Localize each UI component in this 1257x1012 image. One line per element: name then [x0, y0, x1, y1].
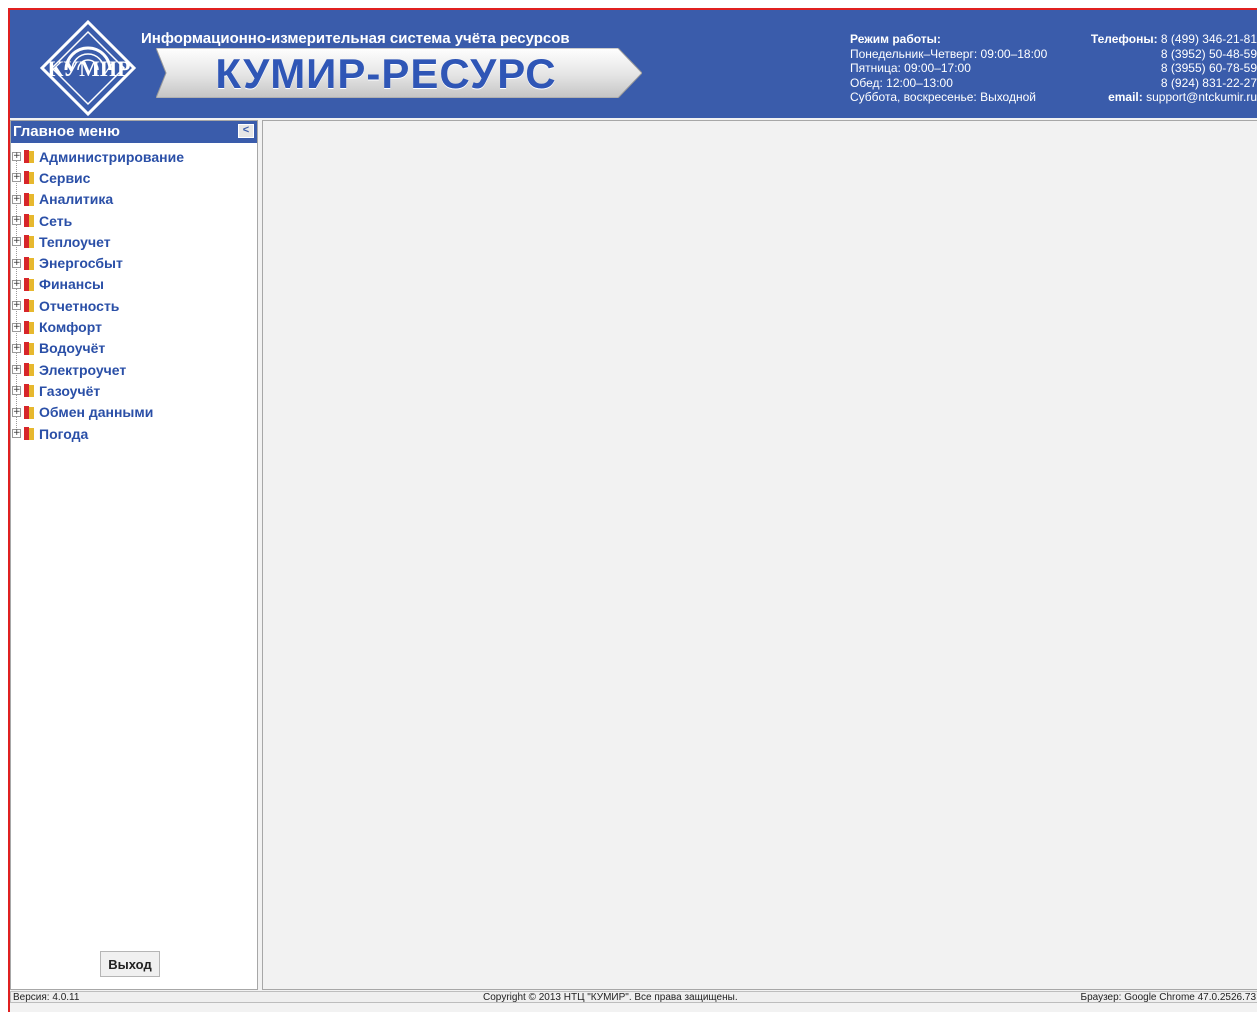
work-schedule: Режим работы: Понедельник–Четверг: 09:00…: [850, 32, 1047, 105]
copyright-text: Copyright © 2013 НТЦ "КУМИР". Все права …: [483, 992, 738, 1003]
folder-icon: [24, 150, 35, 164]
plus-icon[interactable]: +: [12, 194, 21, 204]
schedule-line: Понедельник–Четверг: 09:00–18:00: [850, 46, 1048, 61]
folder-icon: [24, 363, 35, 377]
plus-icon[interactable]: +: [12, 216, 21, 226]
menu-item[interactable]: + Теплоучет: [11, 231, 257, 252]
plus-icon[interactable]: +: [12, 237, 21, 247]
plus-icon[interactable]: +: [12, 322, 21, 332]
main-menu-title: Главное меню: [13, 123, 120, 140]
plus-icon[interactable]: +: [12, 152, 21, 162]
menu-item-label: Отчетность: [39, 297, 120, 314]
chevron-left-icon: <: [242, 124, 250, 136]
browser-info: Браузер: Google Chrome 47.0.2526.73: [1080, 992, 1256, 1003]
folder-icon: [24, 256, 35, 270]
menu-item-label: Газоучёт: [39, 382, 101, 399]
menu-item[interactable]: + Отчетность: [11, 295, 257, 316]
schedule-line: Обед: 12:00–13:00: [850, 75, 953, 90]
version-label: Версия: 4.0.11: [13, 992, 80, 1003]
title-banner: КУМИР-РЕСУРС: [156, 48, 642, 98]
phones-label: Телефоны:: [1090, 32, 1158, 46]
plus-icon[interactable]: +: [12, 173, 21, 183]
exit-button[interactable]: Выход: [100, 951, 160, 977]
menu-item[interactable]: + Водоучёт: [11, 338, 257, 359]
main-menu-panel: Главное меню < + Администрирование + Сервис…: [10, 120, 258, 990]
folder-icon: [24, 192, 35, 206]
menu-item-label: Теплоучет: [39, 233, 111, 250]
menu-item[interactable]: + Аналитика: [11, 189, 257, 210]
plus-icon[interactable]: +: [12, 343, 21, 353]
email-link[interactable]: support@ntckumir.ru: [1146, 90, 1257, 104]
main-menu-header: Главное меню <: [11, 121, 257, 143]
phone-number: 8 (499) 346-21-81: [1160, 32, 1257, 46]
logo-text: КУМИР: [47, 56, 131, 81]
menu-item-label: Сеть: [39, 212, 73, 229]
menu-item[interactable]: + Электроучет: [11, 359, 257, 380]
menu-item[interactable]: + Обмен данными: [11, 402, 257, 423]
contacts: Телефоны: 8 (499) 346-21-81 8 (3952) 50-…: [1091, 32, 1257, 105]
email-label: email:: [1108, 90, 1143, 104]
system-subtitle: Информационно-измерительная система учёт…: [141, 30, 570, 47]
menu-item-label: Комфорт: [39, 319, 102, 336]
plus-icon[interactable]: +: [12, 258, 21, 268]
menu-item-label: Аналитика: [39, 191, 114, 208]
logo: КУМИР: [38, 19, 138, 117]
menu-item[interactable]: + Сервис: [11, 167, 257, 188]
menu-tree: + Администрирование + Сервис + Аналитика + Сеть…: [11, 146, 257, 444]
phone-number: 8 (924) 831-22-27: [1160, 75, 1257, 90]
content-area: [262, 120, 1257, 990]
menu-item[interactable]: + Администрирование: [11, 146, 257, 167]
plus-icon[interactable]: +: [12, 365, 21, 375]
banner-title: КУМИР-РЕСУРС: [215, 50, 557, 97]
menu-item-label: Обмен данными: [39, 404, 154, 421]
menu-item-label: Администрирование: [39, 148, 184, 165]
folder-icon: [24, 299, 35, 313]
folder-icon: [24, 405, 35, 419]
plus-icon[interactable]: +: [12, 301, 21, 311]
menu-item-label: Водоучёт: [39, 340, 106, 357]
menu-item-label: Электроучет: [39, 361, 127, 378]
menu-item[interactable]: + Энергосбыт: [11, 252, 257, 273]
plus-icon[interactable]: +: [12, 386, 21, 396]
menu-item[interactable]: + Финансы: [11, 274, 257, 295]
folder-icon: [24, 341, 35, 355]
app-frame: КУМИР Информационно-измерительная систем…: [8, 8, 1257, 1012]
plus-icon[interactable]: +: [12, 279, 21, 289]
status-footer: Версия: 4.0.11 Copyright © 2013 НТЦ "КУМ…: [10, 991, 1257, 1003]
menu-item-label: Энергосбыт: [39, 255, 123, 272]
plus-icon[interactable]: +: [12, 429, 21, 438]
phone-number: 8 (3952) 50-48-59: [1160, 46, 1257, 61]
folder-icon: [24, 427, 35, 440]
folder-icon: [24, 171, 35, 185]
schedule-line: Суббота, воскресенье: Выходной: [850, 90, 1036, 104]
menu-item-label: Финансы: [39, 276, 104, 293]
schedule-line: Пятница: 09:00–17:00: [850, 61, 971, 75]
menu-item-label: Погода: [39, 425, 89, 442]
schedule-title: Режим работы:: [850, 32, 941, 46]
folder-icon: [24, 277, 35, 291]
plus-icon[interactable]: +: [12, 407, 21, 417]
phone-number: 8 (3955) 60-78-59: [1160, 61, 1257, 75]
menu-item[interactable]: + Погода: [11, 423, 257, 444]
folder-icon: [24, 384, 35, 398]
folder-icon: [24, 320, 35, 334]
collapse-menu-button[interactable]: <: [238, 124, 254, 138]
folder-icon: [24, 235, 35, 249]
menu-item[interactable]: + Газоучёт: [11, 380, 257, 401]
menu-item-label: Сервис: [39, 169, 91, 186]
menu-item[interactable]: + Сеть: [11, 210, 257, 231]
menu-item[interactable]: + Комфорт: [11, 316, 257, 337]
header: КУМИР Информационно-измерительная систем…: [10, 10, 1257, 118]
folder-icon: [24, 214, 35, 228]
